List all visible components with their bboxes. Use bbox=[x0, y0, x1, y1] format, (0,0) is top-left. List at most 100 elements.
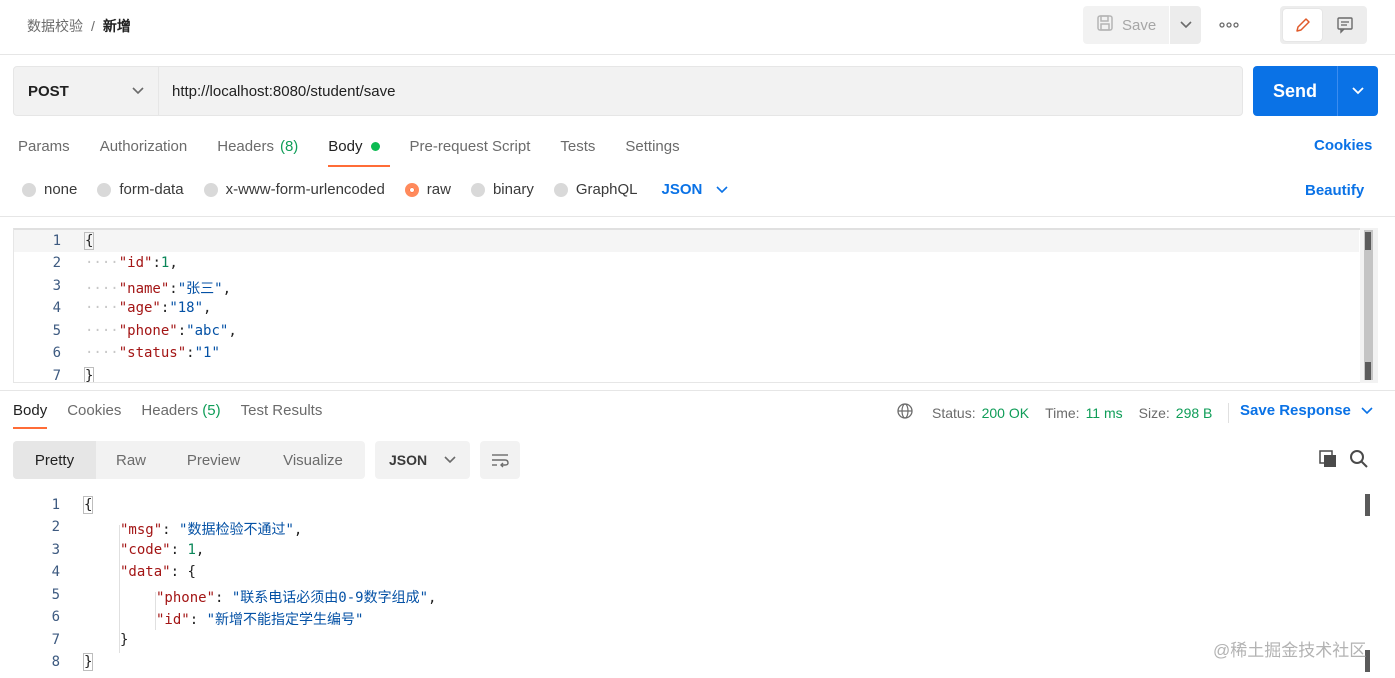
line-number: 5 bbox=[51, 587, 60, 603]
brace-close: } bbox=[120, 632, 129, 648]
tab-label: Cookies bbox=[67, 402, 122, 419]
response-divider bbox=[0, 390, 1395, 391]
copy-icon[interactable] bbox=[1317, 448, 1339, 473]
tab-pre-request-script[interactable]: Pre-request Script bbox=[410, 136, 531, 156]
json-key: "status" bbox=[118, 345, 187, 361]
more-options-button[interactable] bbox=[1214, 12, 1244, 38]
save-group: Save bbox=[1083, 6, 1201, 44]
json-value: 1 bbox=[187, 542, 196, 558]
radio-graphql[interactable]: GraphQL bbox=[553, 181, 638, 198]
status-value[interactable]: 200 OK bbox=[982, 405, 1029, 421]
beautify-button[interactable]: Beautify bbox=[1305, 182, 1364, 199]
language-select[interactable]: JSON bbox=[662, 181, 729, 198]
json-value: "1" bbox=[194, 345, 220, 361]
json-value: "abc" bbox=[186, 323, 229, 339]
response-body-viewer[interactable]: 1 2 3 4 5 6 7 8 { "msg": "数据检验不通过", "cod… bbox=[13, 492, 1378, 678]
cookies-link[interactable]: Cookies bbox=[1314, 137, 1372, 154]
header-divider bbox=[0, 54, 1395, 55]
tab-label: Body bbox=[328, 137, 363, 155]
response-tab-cookies[interactable]: Cookies bbox=[67, 402, 121, 419]
meta-divider bbox=[1228, 402, 1230, 423]
method-select[interactable]: POST bbox=[14, 67, 159, 115]
scrollbar-thumb[interactable] bbox=[1364, 230, 1373, 380]
url-bar: POST http://localhost:8080/student/save bbox=[13, 66, 1243, 116]
code-line: ····"status":"1" bbox=[85, 345, 220, 361]
request-editor-scrollbar[interactable] bbox=[1360, 228, 1378, 383]
code-line: "id": "新增不能指定学生编号" bbox=[156, 612, 364, 628]
json-key: "phone" bbox=[156, 590, 216, 606]
tab-tests[interactable]: Tests bbox=[560, 136, 595, 156]
response-tab-headers[interactable]: Headers (5) bbox=[141, 402, 220, 419]
brace-open: { bbox=[83, 232, 95, 250]
tab-body[interactable]: Body bbox=[328, 136, 390, 167]
json-key: "name" bbox=[118, 281, 170, 297]
radio-circle bbox=[22, 182, 36, 197]
line-number: 3 bbox=[51, 542, 60, 558]
code-line: } bbox=[82, 653, 94, 671]
radio-none[interactable]: none bbox=[22, 181, 77, 198]
request-tabs: Params Authorization Headers (8) Body Pre… bbox=[18, 136, 710, 167]
save-dropdown-button[interactable] bbox=[1170, 6, 1201, 44]
scrollbar-marker bbox=[1365, 494, 1370, 516]
line-number: 7 bbox=[51, 632, 60, 648]
view-pretty-button[interactable]: Pretty bbox=[13, 441, 96, 479]
format-label: JSON bbox=[389, 452, 428, 468]
view-preview-button[interactable]: Preview bbox=[166, 441, 261, 479]
radio-raw[interactable]: raw bbox=[404, 181, 451, 198]
wrap-icon bbox=[492, 454, 509, 468]
time-label: Time: bbox=[1045, 404, 1080, 421]
line-number: 1 bbox=[52, 233, 61, 249]
brace-close: } bbox=[83, 367, 95, 383]
language-label: JSON bbox=[661, 181, 703, 198]
chevron-down-icon bbox=[716, 185, 728, 193]
comments-mode-button[interactable] bbox=[1325, 9, 1364, 41]
save-button[interactable]: Save bbox=[1083, 6, 1170, 44]
line-number: 5 bbox=[52, 323, 61, 339]
code-line: ····"id":1, bbox=[85, 255, 178, 271]
radio-binary[interactable]: binary bbox=[470, 181, 534, 198]
save-response-button[interactable]: Save Response bbox=[1240, 402, 1373, 419]
radio-label: none bbox=[44, 181, 78, 198]
breadcrumb-parent[interactable]: 数据校验 bbox=[27, 16, 83, 36]
radio-x-www-form-urlencoded[interactable]: x-www-form-urlencoded bbox=[203, 181, 385, 198]
tab-settings[interactable]: Settings bbox=[625, 136, 679, 156]
active-line-highlight bbox=[14, 230, 1359, 252]
editor-top-divider bbox=[0, 216, 1395, 217]
code-line: ····"name":"张三", bbox=[85, 281, 232, 297]
url-input[interactable]: http://localhost:8080/student/save bbox=[159, 67, 395, 115]
body-type-options: none form-data x-www-form-urlencoded raw… bbox=[22, 181, 728, 198]
code-line: { bbox=[82, 496, 94, 514]
brace-open: { bbox=[187, 564, 196, 580]
response-format-select[interactable]: JSON bbox=[375, 441, 470, 479]
line-number: 6 bbox=[52, 345, 61, 361]
breadcrumb-current[interactable]: 新增 bbox=[103, 16, 131, 36]
tab-headers[interactable]: Headers (8) bbox=[217, 136, 298, 156]
response-meta: Status: 200 OK Time: 11 ms Size: 298 B bbox=[896, 402, 1230, 423]
response-tab-body[interactable]: Body bbox=[13, 402, 48, 429]
send-dropdown-button[interactable] bbox=[1337, 66, 1378, 116]
tab-label: Pre-request Script bbox=[409, 137, 531, 155]
watermark: @稀土掘金技术社区 bbox=[1213, 641, 1367, 660]
tab-params[interactable]: Params bbox=[18, 136, 70, 156]
response-tab-test-results[interactable]: Test Results bbox=[241, 402, 323, 419]
wrap-lines-button[interactable] bbox=[480, 441, 520, 479]
tab-authorization[interactable]: Authorization bbox=[100, 136, 188, 156]
json-key: "code" bbox=[120, 542, 171, 558]
line-number: 2 bbox=[51, 519, 60, 535]
radio-label: form-data bbox=[119, 181, 184, 198]
globe-icon[interactable] bbox=[896, 402, 914, 423]
request-body-editor[interactable]: 1 2 3 4 5 6 7 { ····"id":1, ····"name":"… bbox=[13, 228, 1378, 383]
view-visualize-button[interactable]: Visualize bbox=[261, 441, 365, 479]
view-raw-button[interactable]: Raw bbox=[96, 441, 166, 479]
line-number: 7 bbox=[52, 368, 61, 383]
size-value[interactable]: 298 B bbox=[1176, 405, 1213, 421]
breadcrumb: 数据校验 / 新增 bbox=[27, 16, 131, 36]
line-number: 2 bbox=[52, 255, 61, 271]
search-icon[interactable] bbox=[1348, 448, 1370, 473]
chevron-down-icon bbox=[132, 87, 144, 95]
time-value[interactable]: 11 ms bbox=[1086, 405, 1123, 421]
edit-mode-button[interactable] bbox=[1283, 9, 1322, 41]
radio-form-data[interactable]: form-data bbox=[97, 181, 184, 198]
json-value: "联系电话必须由0-9数字组成" bbox=[231, 590, 429, 606]
send-button[interactable]: Send bbox=[1253, 66, 1337, 116]
